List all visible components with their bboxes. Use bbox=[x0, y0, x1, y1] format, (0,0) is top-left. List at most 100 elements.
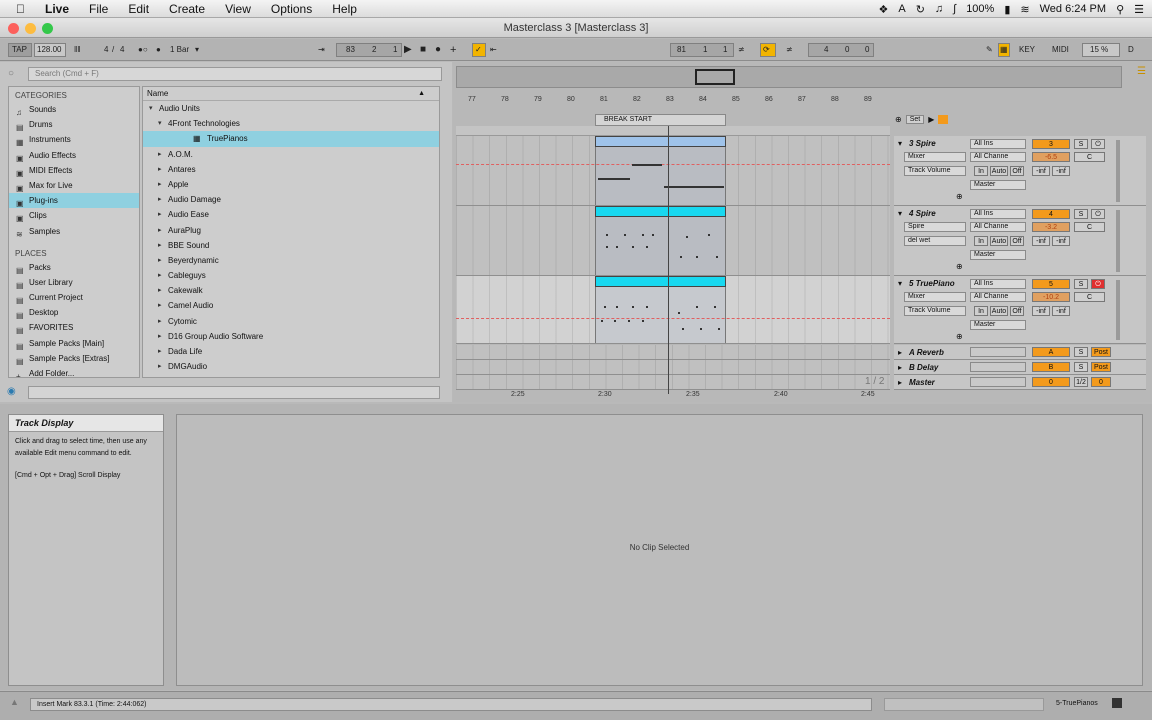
track-name[interactable]: 3 Spire bbox=[909, 139, 936, 148]
minimize-icon[interactable] bbox=[25, 23, 36, 34]
volume-icon[interactable]: ♫ bbox=[935, 3, 943, 15]
send-a-field[interactable]: -inf bbox=[1032, 166, 1050, 176]
draw-mode-icon[interactable]: ✎ bbox=[986, 43, 993, 57]
track-activator[interactable]: 5 bbox=[1032, 279, 1070, 289]
dropbox-icon[interactable]: ❖ bbox=[878, 3, 888, 16]
browser-item[interactable]: ▸ Cytomic bbox=[143, 314, 439, 329]
apple-icon[interactable]:  bbox=[0, 2, 35, 16]
browser-item[interactable]: ▾ 4Front Technologies bbox=[143, 116, 439, 131]
category-clips[interactable]: ▣ Clips bbox=[9, 208, 139, 223]
monitor-off-button[interactable]: Off bbox=[1010, 306, 1024, 316]
browser-item[interactable]: ▸ Antares bbox=[143, 162, 439, 177]
device-chooser[interactable]: Mixer bbox=[904, 292, 966, 302]
tap-button[interactable]: TAP bbox=[12, 43, 27, 57]
clip-header[interactable] bbox=[595, 276, 726, 287]
tempo-field[interactable]: 128.00 bbox=[37, 43, 61, 57]
record-icon[interactable]: ● bbox=[435, 43, 441, 57]
fold-icon[interactable]: ▸ bbox=[898, 363, 902, 372]
set-next-icon[interactable]: ▶ bbox=[928, 115, 934, 124]
category-plug-ins[interactable]: ▣ Plug-ins bbox=[9, 193, 139, 209]
send-b-field[interactable]: -inf bbox=[1052, 166, 1070, 176]
disclosure-closed-icon[interactable]: ▸ bbox=[158, 162, 162, 177]
adobe-icon[interactable]: A bbox=[898, 3, 905, 15]
track-header[interactable]: ▾ 5 TruePiano Mixer Track Volume All Ins All … bbox=[894, 276, 1146, 344]
loop-length-sixteenth[interactable]: 0 bbox=[865, 43, 869, 57]
return-lane-a-reverb[interactable] bbox=[456, 345, 890, 360]
return-track-header[interactable]: ▸ A Reverb A S Post bbox=[894, 345, 1146, 360]
preview-bar[interactable]: ◉ bbox=[7, 386, 440, 399]
place-current-project[interactable]: ▤ Current Project bbox=[9, 290, 139, 305]
loop-switch-icon[interactable]: ⟳ bbox=[763, 43, 770, 57]
fold-icon[interactable]: ▾ bbox=[898, 139, 902, 148]
timemachine-icon[interactable]: ↻ bbox=[916, 3, 925, 16]
menu-file[interactable]: File bbox=[79, 2, 118, 16]
return-name[interactable]: B Delay bbox=[909, 363, 938, 372]
category-sounds[interactable]: ♫ Sounds bbox=[9, 102, 139, 117]
arm-button[interactable]: ⏻ bbox=[1091, 279, 1105, 289]
locator-lane[interactable] bbox=[456, 126, 890, 136]
return-post[interactable]: Post bbox=[1091, 347, 1111, 357]
disclosure-closed-icon[interactable]: ▸ bbox=[158, 177, 162, 192]
place-packs[interactable]: ▤ Packs bbox=[9, 260, 139, 275]
browser-item[interactable]: ▸ EastWest bbox=[143, 374, 439, 377]
track-header[interactable]: ▾ 4 Spire Spire del wet All Ins All Channe In A… bbox=[894, 206, 1146, 276]
category-midi-effects[interactable]: ▣ MIDI Effects bbox=[9, 163, 139, 178]
arm-button[interactable]: ⏻ bbox=[1091, 139, 1105, 149]
input-channel-select[interactable]: All Channe bbox=[970, 152, 1026, 162]
disclosure-closed-icon[interactable]: ▸ bbox=[158, 314, 162, 329]
loop-length-bar[interactable]: 4 bbox=[824, 43, 828, 57]
close-icon[interactable] bbox=[8, 23, 19, 34]
category-drums[interactable]: ▤ Drums bbox=[9, 117, 139, 132]
return-activator[interactable]: B bbox=[1032, 362, 1070, 372]
stop-icon[interactable]: ■ bbox=[420, 43, 426, 57]
fold-icon[interactable]: ▾ bbox=[898, 209, 902, 218]
browser-item[interactable]: ▸ D16 Group Audio Software bbox=[143, 329, 439, 344]
browser-item[interactable]: ▸ Cableguys bbox=[143, 268, 439, 283]
input-type-select[interactable]: All Ins bbox=[970, 279, 1026, 289]
menu-list-icon[interactable]: ☰ bbox=[1137, 66, 1146, 77]
disclosure-open-icon[interactable]: ▾ bbox=[149, 101, 153, 116]
disclosure-closed-icon[interactable]: ▸ bbox=[158, 147, 162, 162]
place-favorites[interactable]: ▤ FAVORITES bbox=[9, 320, 139, 335]
device-chooser[interactable]: Spire bbox=[904, 222, 966, 232]
return-solo[interactable]: 1/2 bbox=[1074, 377, 1088, 387]
return-post[interactable]: 0 bbox=[1091, 377, 1111, 387]
track-activator[interactable]: 4 bbox=[1032, 209, 1070, 219]
signature-num[interactable]: 4 bbox=[104, 43, 108, 57]
menu-create[interactable]: Create bbox=[159, 2, 215, 16]
menu-options[interactable]: Options bbox=[261, 2, 322, 16]
master-lane[interactable] bbox=[456, 375, 890, 390]
menu-edit[interactable]: Edit bbox=[118, 2, 159, 16]
zoom-icon[interactable] bbox=[42, 23, 53, 34]
bluetooth-icon[interactable]: ∫ bbox=[953, 3, 956, 15]
key-button[interactable]: KEY bbox=[1019, 43, 1035, 57]
disclosure-closed-icon[interactable]: ▸ bbox=[158, 238, 162, 253]
monitor-in-button[interactable]: In bbox=[974, 166, 988, 176]
disclosure-closed-icon[interactable]: ▸ bbox=[158, 298, 162, 313]
browser-item[interactable]: ▸ Audio Damage bbox=[143, 192, 439, 207]
output-select[interactable]: Master bbox=[970, 320, 1026, 330]
beat-ruler[interactable]: 77 78 79 80 81 82 83 84 85 86 87 88 89 bbox=[456, 92, 890, 106]
return-name[interactable]: A Reverb bbox=[909, 348, 944, 357]
back-to-arrangement-icon[interactable]: ⇤ bbox=[490, 43, 497, 57]
locator-break-start[interactable]: BREAK START bbox=[595, 114, 726, 126]
place-sample-packs-main[interactable]: ▤ Sample Packs [Main] bbox=[9, 336, 139, 351]
set-prev-icon[interactable]: ⊕ bbox=[895, 115, 902, 124]
browser-toggle-icon[interactable]: ○ bbox=[8, 68, 14, 79]
return-activator[interactable]: 0 bbox=[1032, 377, 1070, 387]
quantize-select[interactable]: 1 Bar bbox=[170, 43, 189, 57]
solo-button[interactable]: S bbox=[1074, 209, 1088, 219]
add-lane-icon[interactable]: ⊕ bbox=[956, 332, 963, 341]
arrangement-bar[interactable]: 83 bbox=[346, 43, 355, 57]
follow-icon[interactable]: ⇥ bbox=[318, 43, 325, 57]
solo-button[interactable]: S bbox=[1074, 279, 1088, 289]
return-output[interactable] bbox=[970, 362, 1026, 372]
disclosure-closed-icon[interactable]: ▸ bbox=[158, 268, 162, 283]
arm-button[interactable]: ⏻ bbox=[1091, 209, 1105, 219]
solo-button[interactable]: S bbox=[1074, 139, 1088, 149]
monitor-off-button[interactable]: Off bbox=[1010, 236, 1024, 246]
signature-den[interactable]: 4 bbox=[120, 43, 124, 57]
volume-field[interactable]: -10.2 bbox=[1032, 292, 1070, 302]
input-channel-select[interactable]: All Channe bbox=[970, 292, 1026, 302]
place-add-folder[interactable]: + Add Folder... bbox=[9, 366, 139, 377]
